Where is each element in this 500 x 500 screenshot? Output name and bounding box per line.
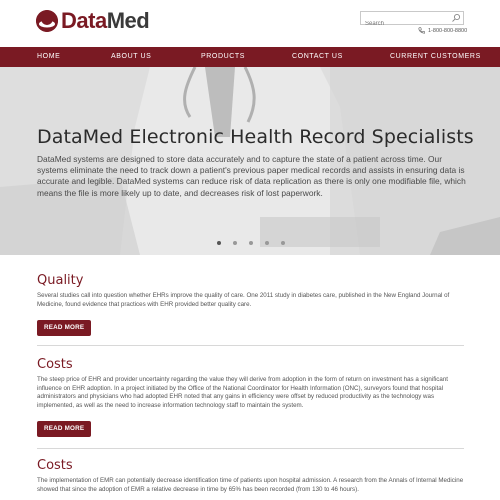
section-text: The steep price of EHR and provider unce… — [37, 376, 448, 409]
slider-dot-4[interactable] — [265, 241, 269, 245]
hero-slider: DataMed Electronic Health Record Special… — [0, 67, 500, 255]
slider-dot-5[interactable] — [281, 241, 285, 245]
nav-item-contact-us[interactable]: CONTACT US — [292, 47, 343, 67]
nav-item-current-customers[interactable]: CURRENT CUSTOMERS — [390, 47, 481, 67]
phone-icon — [418, 27, 425, 34]
site-header: DataMed 1-800-800-8800 — [0, 0, 500, 46]
read-more-button[interactable]: READ MORE — [37, 320, 92, 336]
main-nav: HOME ABOUT US PRODUCTS CONTACT US CURREN… — [0, 47, 500, 67]
slider-dot-2[interactable] — [233, 241, 237, 245]
hero-title: DataMed Electronic Health Record Special… — [37, 126, 474, 148]
section-divider — [37, 448, 464, 449]
search-icon[interactable] — [451, 13, 461, 23]
section-costs: Costs The steep price of EHR and provide… — [37, 357, 464, 437]
section-title: Costs — [37, 458, 73, 473]
nav-item-products[interactable]: PRODUCTS — [201, 47, 245, 67]
logo-text-med: Med — [106, 8, 150, 33]
section-divider — [37, 345, 464, 346]
logo-text-data: Data — [61, 8, 107, 33]
section-quality: Quality Several studies call into questi… — [37, 273, 464, 336]
logo-mark-icon — [36, 10, 58, 32]
section-text: Several studies call into question wheth… — [37, 292, 450, 308]
logo[interactable]: DataMed — [36, 8, 150, 33]
slider-dot-3[interactable] — [249, 241, 253, 245]
nav-item-home[interactable]: HOME — [37, 47, 60, 67]
section-text: The implementation of EMR can potentiall… — [37, 477, 464, 493]
phone-number: 1-800-800-8800 — [418, 27, 467, 34]
phone-text: 1-800-800-8800 — [428, 27, 468, 34]
section-title: Quality — [37, 273, 84, 288]
section-costs-2: Costs The implementation of EMR can pote… — [37, 458, 464, 494]
hero-description: DataMed systems are designed to store da… — [37, 154, 466, 198]
read-more-button[interactable]: READ MORE — [37, 421, 92, 437]
section-title: Costs — [37, 357, 73, 372]
slider-dots — [0, 241, 500, 247]
nav-item-about-us[interactable]: ABOUT US — [111, 47, 151, 67]
search-box — [360, 11, 464, 30]
slider-dot-1[interactable] — [217, 241, 221, 245]
